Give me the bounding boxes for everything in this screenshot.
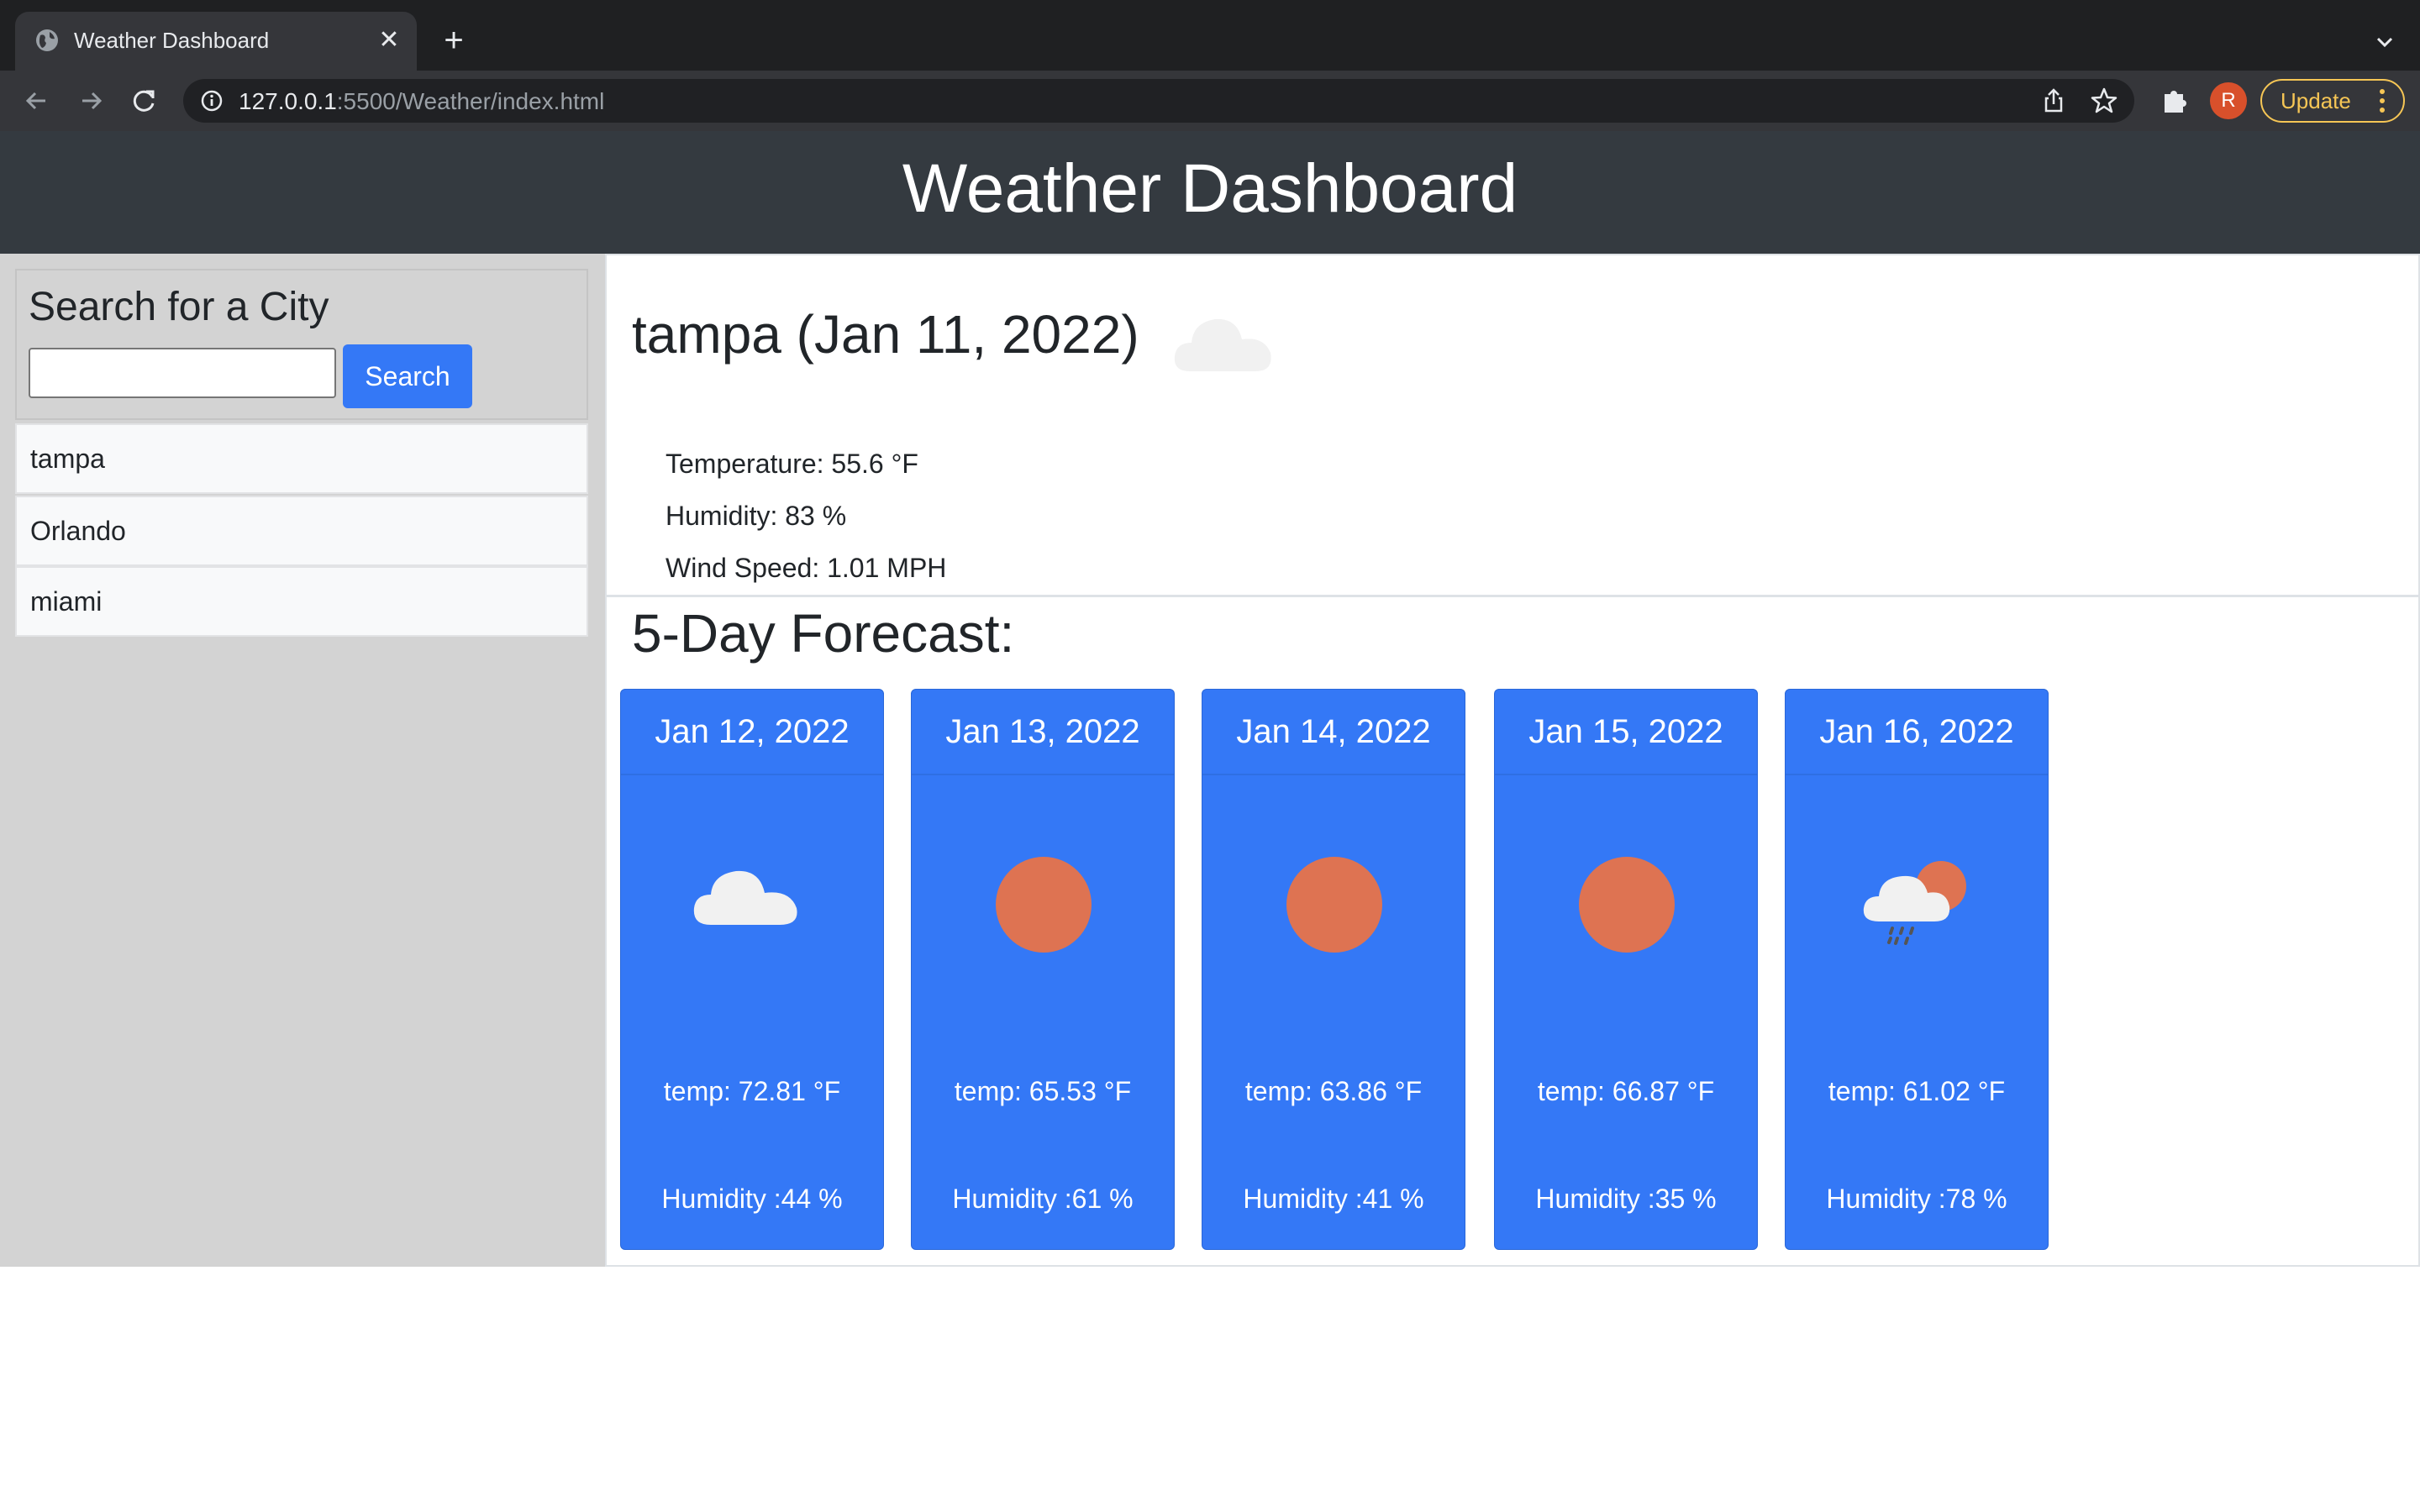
current-temperature: Temperature: 55.6 °F	[666, 449, 918, 479]
forecast-date: Jan 14, 2022	[1202, 690, 1465, 775]
new-tab-icon[interactable]: +	[437, 24, 471, 57]
forecast-card: Jan 15, 2022 temp: 66.87 °F Humidity :35…	[1494, 689, 1758, 1250]
tab-title: Weather Dashboard	[74, 28, 270, 53]
forecast-date: Jan 15, 2022	[1495, 690, 1757, 775]
forecast-temp: temp: 63.86 °F	[1244, 1076, 1423, 1106]
back-arrow-icon[interactable]	[18, 82, 55, 119]
forecast-card: Jan 14, 2022 temp: 63.86 °F Humidity :41…	[1202, 689, 1465, 1250]
sun-icon	[1579, 857, 1675, 953]
forecast-card: Jan 13, 2022 temp: 65.53 °F Humidity :61…	[911, 689, 1175, 1250]
forecast-temp: temp: 65.53 °F	[954, 1076, 1132, 1106]
section-divider	[607, 595, 2418, 597]
forecast-temp: temp: 61.02 °F	[1828, 1076, 2006, 1106]
sun-icon	[996, 857, 1092, 953]
forecast-humidity: Humidity :35 %	[1535, 1184, 1717, 1214]
rain-sun-icon	[1863, 861, 1966, 945]
forecast-humidity: Humidity :78 %	[1826, 1184, 2007, 1214]
current-humidity: Humidity: 83 %	[666, 501, 847, 531]
globe-icon	[36, 29, 58, 51]
forecast-card: Jan 12, 2022 temp: 72.81 °F Humidity :44…	[620, 689, 884, 1250]
info-icon[interactable]	[200, 89, 224, 113]
search-heading: Search for a City	[29, 285, 329, 329]
bookmark-star-icon[interactable]	[2089, 86, 2119, 116]
current-city-title: tampa (Jan 11, 2022)	[632, 304, 1139, 365]
url-text[interactable]: 127.0.0.1:5500/Weather/index.html	[239, 86, 604, 118]
forecast-humidity: Humidity :61 %	[952, 1184, 1134, 1214]
city-history-item[interactable]: tampa	[15, 423, 588, 494]
url-host: 127.0.0.1	[239, 88, 337, 114]
sun-icon	[1286, 857, 1382, 953]
close-tab-icon[interactable]: ✕	[375, 25, 403, 55]
city-history-item[interactable]: miami	[15, 566, 588, 637]
forward-arrow-icon[interactable]	[72, 82, 109, 119]
cloud-icon	[1174, 318, 1271, 371]
current-wind-speed: Wind Speed: 1.01 MPH	[666, 553, 947, 583]
forecast-temp: temp: 72.81 °F	[663, 1076, 841, 1106]
search-button[interactable]: Search	[343, 344, 472, 408]
forecast-humidity: Humidity :44 %	[661, 1184, 843, 1214]
forecast-card: Jan 16, 2022 temp: 61.02 °F Humidity :78…	[1785, 689, 2049, 1250]
forecast-humidity: Humidity :41 %	[1243, 1184, 1424, 1214]
forecast-date: Jan 13, 2022	[912, 690, 1174, 775]
cloud-icon	[693, 870, 797, 925]
share-icon[interactable]	[2039, 86, 2069, 116]
reload-icon[interactable]	[126, 82, 163, 119]
url-path: :5500/Weather/index.html	[336, 88, 605, 114]
extensions-puzzle-icon[interactable]	[2158, 84, 2191, 118]
page-title: Weather Dashboard	[902, 150, 1518, 227]
chevron-down-icon[interactable]	[2368, 25, 2402, 59]
city-history-item[interactable]: Orlando	[15, 496, 588, 566]
forecast-title: 5-Day Forecast:	[632, 603, 1015, 664]
city-search-input[interactable]	[29, 348, 336, 398]
forecast-date: Jan 12, 2022	[621, 690, 883, 775]
forecast-temp: temp: 66.87 °F	[1537, 1076, 1715, 1106]
more-menu-icon[interactable]	[2376, 87, 2388, 114]
forecast-date: Jan 16, 2022	[1786, 690, 2048, 775]
profile-avatar[interactable]: R	[2210, 82, 2247, 119]
